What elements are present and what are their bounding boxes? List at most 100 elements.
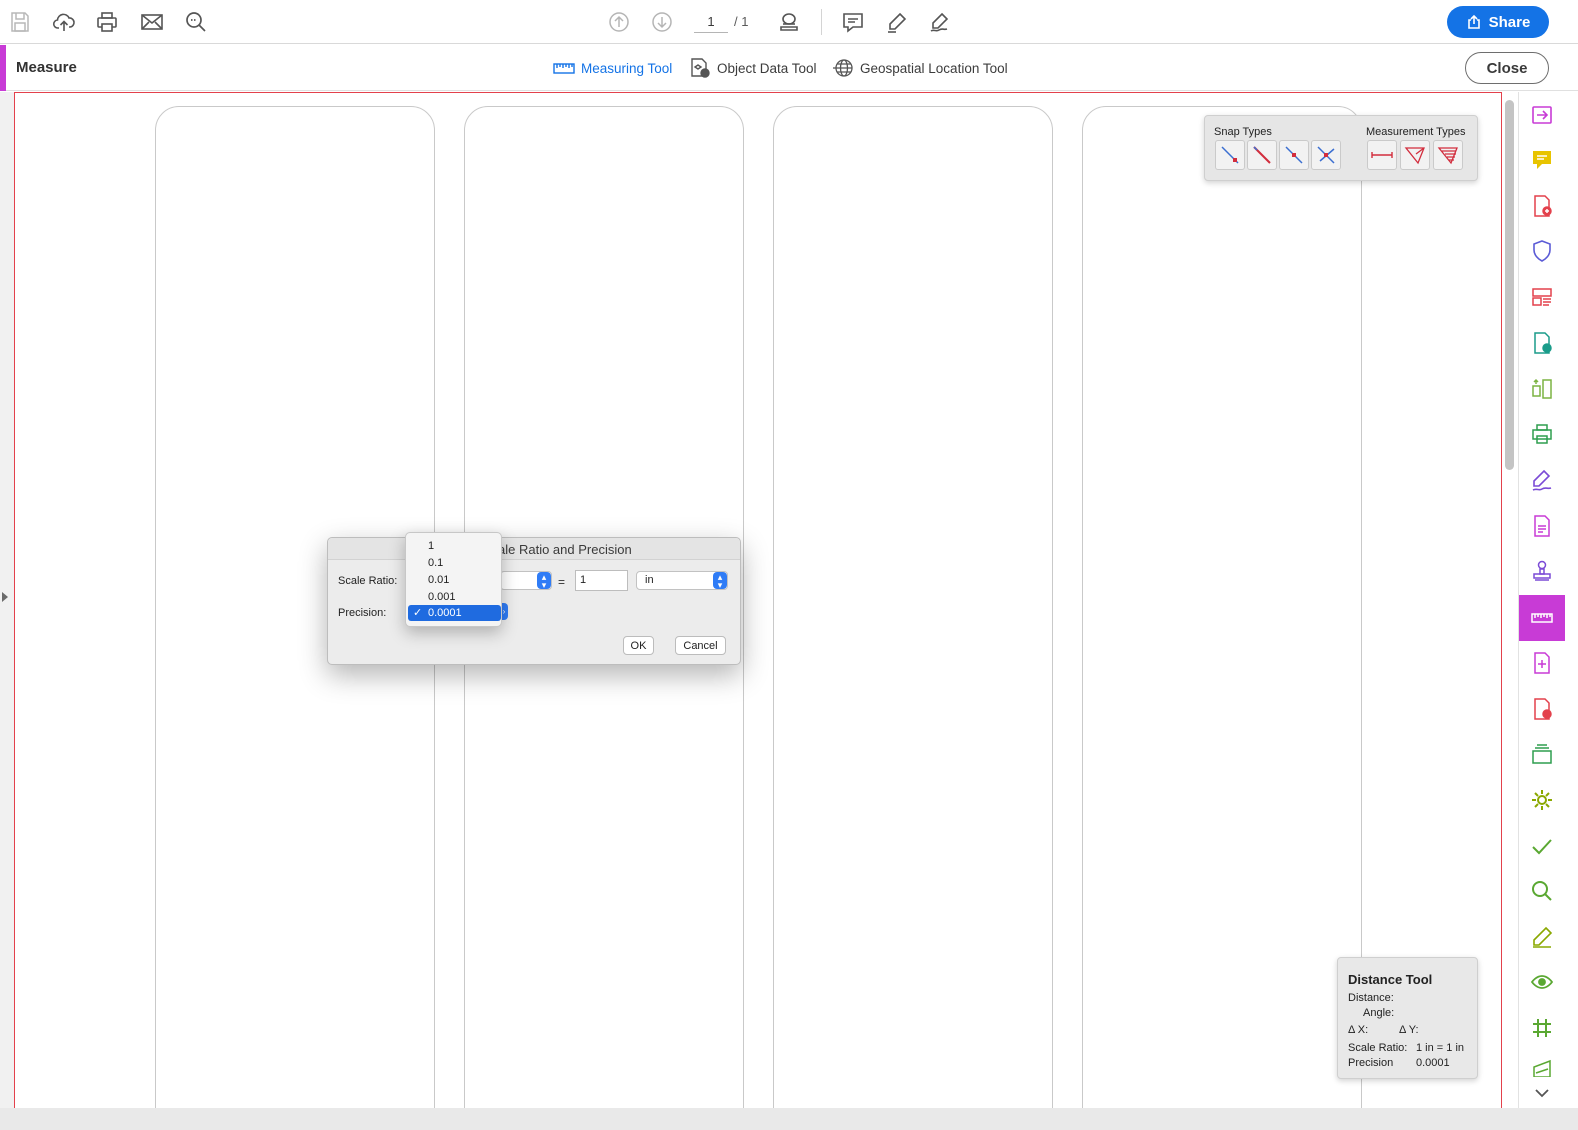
precision-option-label: 0.0001	[428, 607, 462, 619]
object-data-tool-label: Object Data Tool	[717, 60, 817, 76]
perimeter-icon[interactable]	[1400, 140, 1430, 170]
chevron-down-icon[interactable]	[1525, 1082, 1559, 1104]
rich-media-icon[interactable]	[1525, 646, 1559, 680]
precision-option[interactable]: 0.01	[408, 572, 501, 588]
action-wizard-icon[interactable]	[1525, 783, 1559, 817]
measure-icon[interactable]	[1519, 595, 1565, 641]
vertical-scrollbar[interactable]	[1505, 100, 1514, 470]
page-down-icon[interactable]	[648, 8, 676, 36]
precision-option[interactable]: 1	[408, 538, 501, 554]
fill-sign-icon[interactable]	[1525, 463, 1559, 497]
cancel-button[interactable]: Cancel	[675, 636, 726, 655]
snap-midpoint-icon[interactable]	[1279, 140, 1309, 170]
equals-sign: =	[558, 575, 566, 589]
edit-pdf-icon[interactable]	[1525, 509, 1559, 543]
compare-icon[interactable]	[1525, 372, 1559, 406]
scroll-mode-icon[interactable]	[775, 8, 803, 36]
object-data-icon	[691, 58, 710, 78]
share-button[interactable]: Share	[1447, 6, 1549, 38]
redact-icon[interactable]	[1525, 874, 1559, 908]
scale-ratio-label: Scale Ratio:	[338, 575, 398, 587]
bottom-strip	[0, 1108, 1578, 1130]
precision-value: 0.0001	[1416, 1057, 1450, 1069]
page-up-icon[interactable]	[605, 8, 633, 36]
select-arrows-icon: ▴ ▾	[713, 572, 727, 590]
prepare-form-icon[interactable]	[1525, 920, 1559, 954]
export-pdf-icon[interactable]	[1525, 98, 1559, 132]
angle-label: Angle:	[1363, 1007, 1395, 1019]
precision-label: Precision	[1348, 1057, 1394, 1069]
ok-button[interactable]: OK	[623, 636, 654, 655]
geospatial-location-tool-button[interactable]: Geospatial Location Tool	[832, 57, 1008, 79]
precision-label: Precision:	[338, 607, 387, 619]
close-button[interactable]: Close	[1465, 52, 1549, 84]
globe-icon	[833, 59, 853, 77]
distance-label: Distance:	[1348, 992, 1394, 1004]
stamp-icon[interactable]	[1525, 554, 1559, 588]
page-column	[773, 106, 1053, 1108]
delta-y-label: Δ Y:	[1399, 1024, 1419, 1036]
accessibility-icon[interactable]	[1525, 965, 1559, 999]
snap-endpoint-icon[interactable]	[1215, 140, 1245, 170]
checkmark-icon: ✓	[413, 607, 423, 619]
scale-ratio-value: 1 in = 1 in	[1416, 1042, 1465, 1054]
scale-precision-dialog: ale Ratio and Precision Scale Ratio: Pre…	[327, 537, 741, 665]
expand-left-panel-icon[interactable]	[2, 592, 8, 602]
measuring-tool-button[interactable]: Measuring Tool	[553, 57, 672, 79]
measure-accent-bar	[0, 45, 6, 91]
distance-tool-panel: Distance Tool Distance: Angle: Δ X: Δ Y:…	[1337, 957, 1478, 1079]
measure-toolbar: Measure Measuring Tool Object Data Tool …	[0, 45, 1578, 91]
certificates-icon[interactable]	[1525, 829, 1559, 863]
page-number-input[interactable]: 1	[694, 11, 728, 33]
area-icon[interactable]	[1433, 140, 1463, 170]
page-total: / 1	[734, 14, 749, 29]
scale-ratio-label: Scale Ratio:	[1348, 1042, 1408, 1054]
snap-intersection-icon[interactable]	[1311, 140, 1341, 170]
highlight-pen-icon[interactable]	[883, 8, 911, 36]
print-production-icon[interactable]	[1525, 417, 1559, 451]
share-icon	[1467, 14, 1480, 29]
snap-types-label: Snap Types	[1214, 126, 1272, 138]
comment-icon[interactable]	[839, 8, 867, 36]
scale-value-input[interactable]: 1	[575, 570, 628, 591]
send-for-review-icon[interactable]	[1525, 326, 1559, 360]
dialog-titlebar[interactable]: ale Ratio and Precision	[328, 538, 740, 560]
object-data-tool-button[interactable]: Object Data Tool	[689, 57, 817, 79]
more-tools-icon[interactable]	[1525, 1057, 1559, 1077]
zoom-search-icon[interactable]	[182, 8, 210, 36]
precision-option[interactable]: 0.001	[408, 589, 501, 605]
left-panel-toggle-strip[interactable]	[0, 92, 14, 1108]
precision-dropdown-menu: 1 0.1 0.01 0.001 ✓ 0.0001	[405, 532, 502, 627]
precision-option-selected[interactable]: ✓ 0.0001	[408, 605, 501, 621]
measuring-tool-label: Measuring Tool	[581, 60, 673, 76]
share-label: Share	[1488, 13, 1531, 31]
print-icon[interactable]	[93, 8, 121, 36]
save-icon[interactable]	[6, 8, 34, 36]
pdf-standards-icon[interactable]	[1525, 692, 1559, 726]
precision-option[interactable]: 0.1	[408, 555, 501, 571]
comment-icon[interactable]	[1525, 143, 1559, 177]
distance-tool-title: Distance Tool	[1348, 972, 1433, 987]
page-column	[1082, 106, 1362, 1108]
snap-measurement-panel: Snap Types Measurement Types	[1204, 115, 1478, 181]
snap-path-icon[interactable]	[1247, 140, 1277, 170]
sign-icon[interactable]	[926, 8, 954, 36]
document-canvas[interactable]	[14, 92, 1502, 1108]
mail-icon[interactable]	[138, 8, 166, 36]
distance-icon[interactable]	[1367, 140, 1397, 170]
delta-x-label: Δ X:	[1348, 1024, 1369, 1036]
tools-sidebar	[1518, 92, 1578, 1108]
scan-ocr-icon[interactable]	[1525, 737, 1559, 771]
scale-unit-select[interactable]: ▴ ▾	[500, 571, 552, 590]
index-icon[interactable]	[1525, 1011, 1559, 1045]
select-arrows-icon: ▴ ▾	[537, 572, 551, 590]
geospatial-location-tool-label: Geospatial Location Tool	[860, 60, 1008, 76]
unit-select-value: in	[645, 574, 654, 586]
unit-select[interactable]: in ▴ ▾	[636, 571, 728, 590]
organize-pages-icon[interactable]	[1525, 280, 1559, 314]
dialog-title: ale Ratio and Precision	[498, 542, 632, 557]
protect-icon[interactable]	[1525, 234, 1559, 268]
create-pdf-icon[interactable]	[1525, 189, 1559, 223]
upload-icon[interactable]	[50, 8, 78, 36]
measure-title: Measure	[16, 59, 77, 76]
